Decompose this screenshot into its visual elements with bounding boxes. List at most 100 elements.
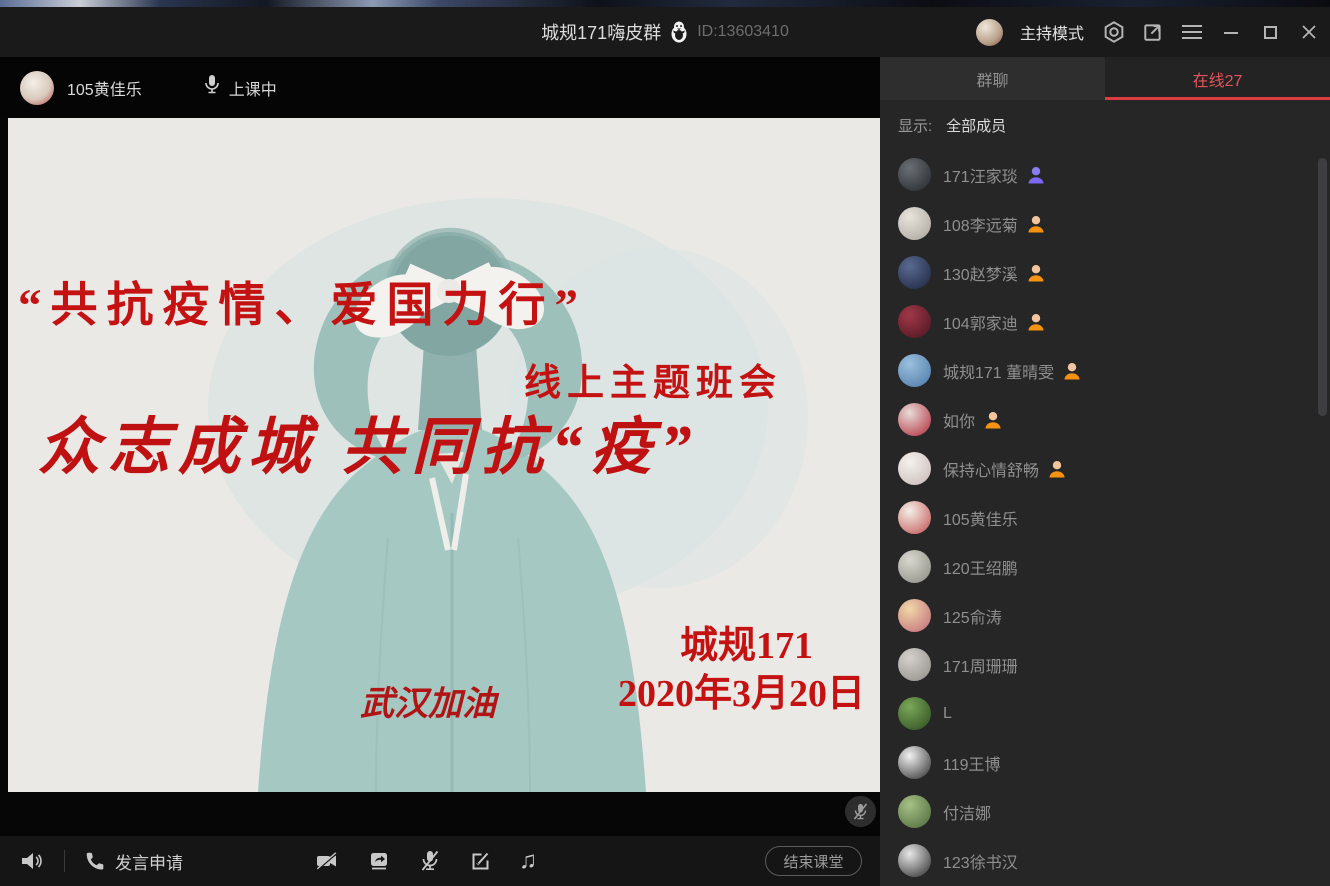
member-avatar [898, 501, 931, 534]
member-list-item[interactable]: 付洁娜 [880, 787, 1330, 836]
settings-icon[interactable] [1103, 21, 1125, 43]
member-avatar [898, 550, 931, 583]
member-avatar [898, 648, 931, 681]
member-avatar [898, 256, 931, 289]
member-role-badge-icon [983, 410, 1003, 430]
member-avatar [898, 697, 931, 730]
presenter-name: 105黄佳乐 [67, 76, 142, 100]
maximize-icon[interactable] [1259, 21, 1281, 43]
member-name: L [943, 705, 952, 723]
background-window-strip [0, 0, 1330, 7]
video-area: 105黄佳乐 上课中 [0, 57, 880, 886]
host-mode-label[interactable]: 主持模式 [1020, 20, 1084, 44]
mic-off-icon [852, 802, 869, 821]
member-role-badge-icon [1062, 361, 1082, 381]
member-list-item[interactable]: 125俞涛 [880, 591, 1330, 640]
window-title: 城规171嗨皮群 [541, 19, 661, 45]
member-avatar [898, 305, 931, 338]
qq-penguin-icon [669, 21, 689, 43]
music-icon[interactable]: ♫ [519, 849, 537, 873]
speaker-volume-icon[interactable] [20, 850, 44, 872]
member-name: 171周珊珊 [943, 653, 1018, 677]
speech-request-label[interactable]: 发言申请 [115, 849, 183, 874]
member-role-badge-icon [1026, 312, 1046, 332]
member-role-badge-icon [1047, 459, 1067, 479]
member-list-item[interactable]: 108李远菊 [880, 199, 1330, 248]
slide-gown-text: 武汉加油 [360, 676, 496, 725]
tab-online-members[interactable]: 在线27 [1105, 57, 1330, 100]
app-window: 城规171嗨皮群 ID:13603410 主持模式 [0, 0, 1330, 886]
member-name: 171汪家琰 [943, 163, 1018, 187]
screen-share-icon[interactable] [367, 850, 391, 872]
member-list-item[interactable]: L [880, 689, 1330, 738]
mic-off-toolbar-icon[interactable] [419, 849, 441, 873]
member-list-item[interactable]: 城规171 董晴雯 [880, 346, 1330, 395]
member-list-item[interactable]: 171周珊珊 [880, 640, 1330, 689]
class-status-label: 上课中 [229, 76, 277, 100]
member-name: 123徐书汉 [943, 849, 1018, 873]
member-name: 如你 [943, 408, 975, 432]
member-list: 171汪家琰 108李远菊 130赵梦溪 104郭家迪 城规171 董晴雯 [880, 150, 1330, 886]
member-avatar [898, 207, 931, 240]
toolbar-divider [64, 850, 65, 872]
presenter-avatar[interactable] [20, 71, 54, 105]
member-name: 119王博 [943, 751, 1001, 775]
slide-date: 2020年3月20日 [618, 662, 865, 717]
member-list-item[interactable]: 130赵梦溪 [880, 248, 1330, 297]
filter-value-dropdown[interactable]: 全部成员 [946, 115, 1006, 136]
microphone-icon [204, 74, 220, 101]
sidebar: 群聊 在线27 显示: 全部成员 171汪家琰 108李远菊 130赵梦溪 [880, 57, 1330, 886]
camera-off-icon[interactable] [315, 850, 339, 872]
member-avatar [898, 844, 931, 877]
slide-main-slogan: 众志成城 共同抗“疫” [38, 396, 700, 486]
member-list-item[interactable]: 104郭家迪 [880, 297, 1330, 346]
titlebar-controls: 主持模式 [976, 7, 1320, 57]
member-name: 保持心情舒畅 [943, 457, 1039, 481]
sidebar-tabs: 群聊 在线27 [880, 57, 1330, 100]
member-list-item[interactable]: 120王绍鹏 [880, 542, 1330, 591]
tab-group-chat[interactable]: 群聊 [880, 57, 1105, 100]
slide-title-line1: “共抗疫情、爱国力行” [18, 266, 587, 335]
member-list-item[interactable]: 119王博 [880, 738, 1330, 787]
edit-whiteboard-icon[interactable] [469, 850, 491, 872]
titlebar: 城规171嗨皮群 ID:13603410 主持模式 [0, 7, 1330, 57]
member-avatar [898, 746, 931, 779]
phone-icon[interactable] [83, 850, 105, 872]
host-avatar[interactable] [976, 19, 1003, 46]
scrollbar[interactable] [1318, 158, 1327, 416]
toolbar-center-icons: ♫ [315, 849, 537, 873]
member-filter-row: 显示: 全部成员 [880, 100, 1330, 150]
menu-icon[interactable] [1181, 21, 1203, 43]
popout-icon[interactable] [1142, 21, 1164, 43]
member-role-badge-icon [1026, 214, 1046, 234]
member-avatar [898, 354, 931, 387]
member-list-item[interactable]: 保持心情舒畅 [880, 444, 1330, 493]
window-id: ID:13603410 [697, 23, 789, 41]
member-name: 城规171 董晴雯 [943, 359, 1054, 383]
presentation-slide: “共抗疫情、爱国力行” 线上主题班会 众志成城 共同抗“疫” 城规171 202… [8, 118, 880, 792]
end-class-button[interactable]: 结束课堂 [765, 846, 862, 876]
close-icon[interactable] [1298, 21, 1320, 43]
member-avatar [898, 158, 931, 191]
member-list-item[interactable]: 171汪家琰 [880, 150, 1330, 199]
minimize-icon[interactable] [1220, 21, 1242, 43]
member-avatar [898, 599, 931, 632]
member-avatar [898, 795, 931, 828]
member-avatar [898, 403, 931, 436]
member-name: 130赵梦溪 [943, 261, 1018, 285]
member-name: 120王绍鹏 [943, 555, 1018, 579]
presenter-mic-muted-badge[interactable] [845, 796, 876, 827]
video-topbar: 105黄佳乐 上课中 [0, 57, 880, 118]
member-role-badge-icon [1026, 263, 1046, 283]
slide-class-signature: 城规171 [680, 614, 813, 669]
member-list-item[interactable]: 如你 [880, 395, 1330, 444]
member-list-item[interactable]: 123徐书汉 [880, 836, 1330, 885]
member-role-badge-icon [1026, 165, 1046, 185]
member-name: 104郭家迪 [943, 310, 1018, 334]
member-name: 付洁娜 [943, 800, 991, 824]
member-list-item[interactable]: 105黄佳乐 [880, 493, 1330, 542]
member-name: 105黄佳乐 [943, 506, 1018, 530]
bottom-toolbar: 发言申请 [0, 836, 880, 886]
member-name: 108李远菊 [943, 212, 1018, 236]
member-name: 125俞涛 [943, 604, 1002, 628]
